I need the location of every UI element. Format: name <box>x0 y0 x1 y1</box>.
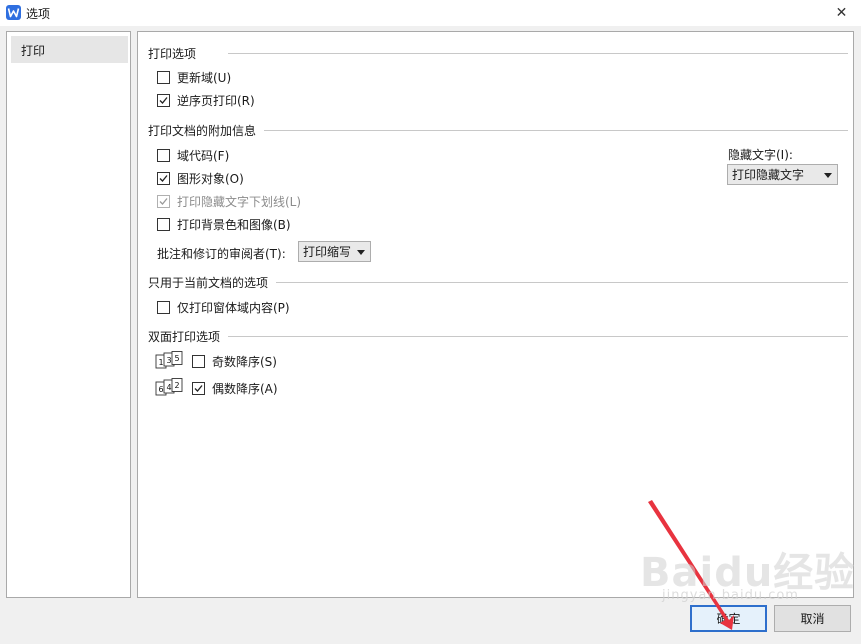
section-current-doc: 只用于当前文档的选项 <box>148 274 848 290</box>
divider <box>228 53 848 54</box>
section-title: 打印选项 <box>148 46 197 61</box>
options-sidebar: 打印 <box>6 31 131 598</box>
divider <box>228 336 848 337</box>
form-fields-checkbox[interactable] <box>157 300 170 314</box>
section-attach-info: 打印文档的附加信息 <box>148 122 848 138</box>
select-value: 打印缩写 <box>303 245 352 259</box>
hidden-underline-checkbox <box>157 194 170 208</box>
sidebar-item-print[interactable]: 打印 <box>11 36 128 63</box>
even-descending-checkbox[interactable] <box>192 381 205 395</box>
page-digit: 5 <box>174 354 179 363</box>
section-duplex: 双面打印选项 <box>148 328 848 344</box>
sidebar-item-label: 打印 <box>21 44 46 58</box>
option-label: 域代码(F) <box>177 148 230 163</box>
dropdown-arrow-icon <box>357 250 365 255</box>
reverse-order-option[interactable]: 逆序页打印(R) <box>157 92 255 108</box>
checkmark-icon <box>159 96 168 104</box>
section-title: 打印文档的附加信息 <box>148 123 257 138</box>
baidu-watermark-url: jingyan.baidu.com <box>662 588 799 603</box>
option-label: 打印隐藏文字下划线(L) <box>177 194 302 209</box>
even-descending-option[interactable]: 偶数降序(A) <box>192 380 278 396</box>
field-codes-checkbox[interactable] <box>157 148 170 162</box>
wps-logo-icon <box>6 5 21 20</box>
option-label: 仅打印窗体域内容(P) <box>177 300 290 315</box>
cancel-button-label: 取消 <box>800 612 825 626</box>
ok-button-label: 确定 <box>716 612 741 626</box>
close-button[interactable]: ✕ <box>822 0 861 26</box>
hidden-text-select[interactable]: 打印隐藏文字 <box>727 164 838 185</box>
form-fields-option[interactable]: 仅打印窗体域内容(P) <box>157 299 290 315</box>
page-digit: 6 <box>158 385 163 394</box>
odd-descending-checkbox[interactable] <box>192 354 205 368</box>
select-value: 打印隐藏文字 <box>732 168 805 182</box>
title-bar: 选项 ✕ <box>0 0 861 26</box>
update-fields-option[interactable]: 更新域(U) <box>157 69 231 85</box>
reviewer-select[interactable]: 打印缩写 <box>298 241 371 262</box>
option-label: 奇数降序(S) <box>212 354 277 369</box>
option-label: 偶数降序(A) <box>212 381 278 396</box>
hidden-underline-option: 打印隐藏文字下划线(L) <box>157 193 301 209</box>
ok-button[interactable]: 确定 <box>690 605 767 632</box>
background-option[interactable]: 打印背景色和图像(B) <box>157 216 291 232</box>
divider <box>264 130 848 131</box>
section-title: 双面打印选项 <box>148 329 221 344</box>
odd-descending-option[interactable]: 奇数降序(S) <box>192 353 277 369</box>
hidden-text-label: 隐藏文字(I): <box>728 148 793 162</box>
page-digit: 3 <box>166 356 171 365</box>
dropdown-arrow-icon <box>824 173 832 178</box>
checkmark-icon <box>159 197 168 205</box>
update-fields-checkbox[interactable] <box>157 70 170 84</box>
window-title: 选项 <box>26 7 51 21</box>
drawing-objects-option[interactable]: 图形对象(O) <box>157 170 244 186</box>
even-pages-icon: 6 4 2 <box>155 378 183 396</box>
reviewer-label: 批注和修订的审阅者(T): <box>157 247 286 261</box>
option-label: 逆序页打印(R) <box>177 93 255 108</box>
option-label: 更新域(U) <box>177 70 232 85</box>
checkmark-icon <box>159 174 168 182</box>
divider <box>276 282 848 283</box>
close-icon: ✕ <box>835 5 848 21</box>
page-digit: 1 <box>158 358 163 367</box>
section-print-options: 打印选项 <box>148 45 848 61</box>
odd-pages-icon: 1 3 5 <box>155 351 183 369</box>
background-checkbox[interactable] <box>157 217 170 231</box>
print-options-panel: 打印选项 更新域(U) 逆序页打印(R) 打印文档的附加信息 域代码(F) 图形… <box>137 31 854 598</box>
option-label: 图形对象(O) <box>177 171 244 186</box>
cancel-button[interactable]: 取消 <box>774 605 851 632</box>
page-digit: 2 <box>174 381 179 390</box>
page-digit: 4 <box>166 383 171 392</box>
option-label: 打印背景色和图像(B) <box>177 217 291 232</box>
section-title: 只用于当前文档的选项 <box>148 275 269 290</box>
drawing-objects-checkbox[interactable] <box>157 171 170 185</box>
reverse-order-checkbox[interactable] <box>157 93 170 107</box>
field-codes-option[interactable]: 域代码(F) <box>157 147 229 163</box>
checkmark-icon <box>194 384 203 392</box>
